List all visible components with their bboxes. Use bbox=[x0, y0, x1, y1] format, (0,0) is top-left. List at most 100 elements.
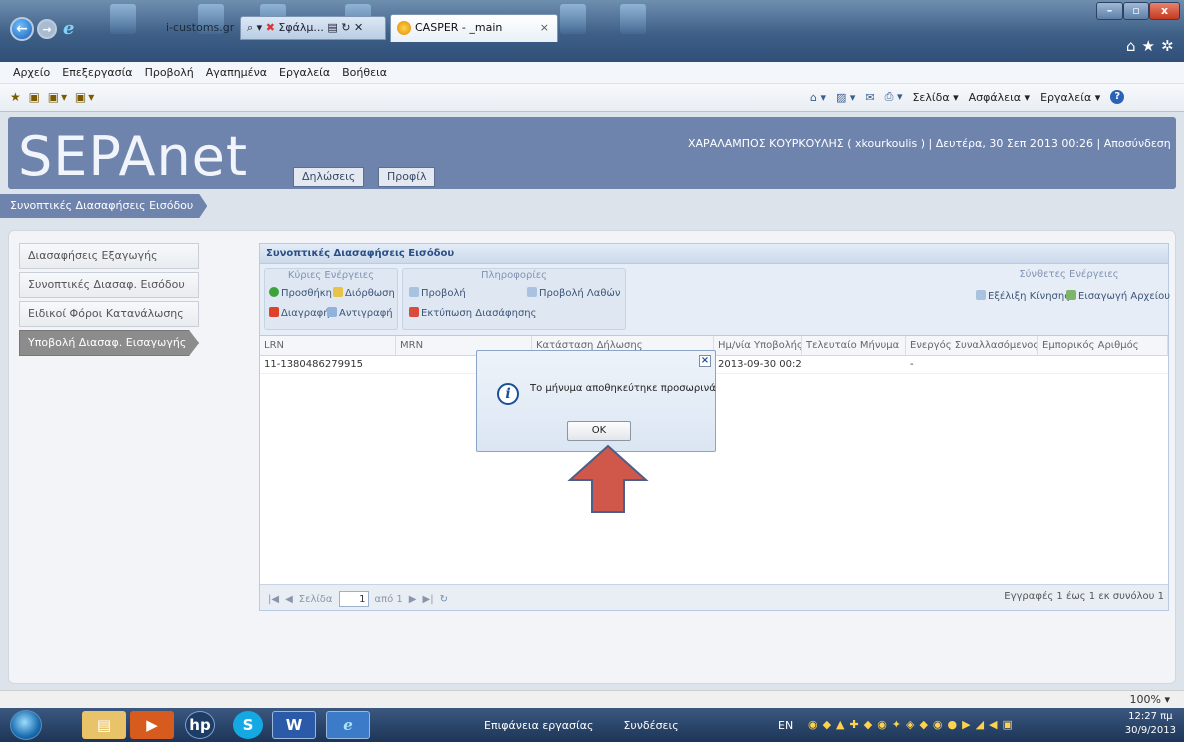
user-info[interactable]: ΧΑΡΑΛΑΜΠΟΣ ΚΟΥΡΚΟΥΛΗΣ ( xkourkoulis ) | … bbox=[688, 137, 1171, 150]
explorer-icon[interactable]: ▤ bbox=[82, 711, 126, 739]
tab-declarations[interactable]: Δηλώσεις bbox=[293, 167, 365, 187]
safety-menu[interactable]: Ασφάλεια ▾ bbox=[969, 91, 1030, 104]
delete-button-label: Διαγραφή bbox=[281, 308, 330, 319]
refresh-icon[interactable]: ↻ bbox=[440, 594, 448, 605]
tab-error-page[interactable]: ⌕ ▾ ✖ Σφάλμ... ▤ ↻ ✕ bbox=[240, 16, 386, 40]
copy-button[interactable]: Αντιγραφή bbox=[327, 307, 393, 319]
import-file-label: Εισαγωγή Αρχείου bbox=[1078, 291, 1171, 302]
minimize-button[interactable]: – bbox=[1096, 2, 1123, 20]
maximize-button[interactable]: ▫ bbox=[1123, 2, 1149, 20]
column-submission-date[interactable]: Ημ/νία Υποβολής bbox=[714, 336, 802, 355]
column-lrn[interactable]: LRN bbox=[260, 336, 396, 355]
zoom-level[interactable]: 100% ▾ bbox=[1130, 693, 1170, 706]
tab-tools-icon[interactable]: ▤ ↻ ✕ bbox=[324, 21, 363, 34]
view-errors-button[interactable]: Προβολή Λαθών bbox=[527, 287, 620, 299]
column-active-trader[interactable]: Ενεργός Συναλλασόμενος bbox=[906, 336, 1038, 355]
pencil-icon bbox=[333, 287, 343, 297]
tab-casper-main[interactable]: CASPER - _main × bbox=[390, 14, 558, 42]
clock[interactable]: 12:27 πμ 30/9/2013 bbox=[1125, 710, 1176, 738]
sidebar-item-entry-summary[interactable]: Συνοπτικές Διασαφ. Εισόδου bbox=[19, 272, 199, 298]
movement-progress-button[interactable]: Εξέλιξη Κίνησης bbox=[976, 290, 1070, 302]
background-decoration bbox=[110, 4, 136, 34]
add-button[interactable]: Προσθήκη bbox=[269, 287, 332, 299]
delete-icon bbox=[269, 307, 279, 317]
command-bar: ★ ▣ ▣▾ ▣▾ ⌂ ▾ ▨ ▾ ✉ ⎙ ▾ Σελίδα ▾ Ασφάλει… bbox=[0, 84, 1184, 112]
ie-logo-icon: e bbox=[63, 18, 75, 39]
language-indicator[interactable]: EN bbox=[778, 719, 793, 732]
next-page-icon[interactable]: ▶ bbox=[409, 594, 417, 605]
menu-view[interactable]: Προβολή bbox=[142, 66, 197, 79]
skype-icon[interactable]: S bbox=[233, 711, 263, 739]
action-ribbon: Κύριες Ενέργειες Προσθήκη Διόρθωση Διαγρ… bbox=[260, 264, 1170, 336]
print-icon[interactable]: ⎙ ▾ bbox=[885, 90, 903, 104]
address-bar[interactable]: i-customs.gr bbox=[160, 16, 238, 40]
menu-edit[interactable]: Επεξεργασία bbox=[59, 66, 135, 79]
help-icon[interactable]: ? bbox=[1110, 90, 1125, 104]
forward-button[interactable]: → bbox=[37, 19, 57, 39]
media-player-icon[interactable]: ▶ bbox=[130, 711, 174, 739]
print-declaration-button[interactable]: Εκτύπωση Διασάφησης bbox=[409, 307, 537, 319]
windows-taskbar: ▤ ▶ hp S W e Επιφάνεια εργασίας Συνδέσει… bbox=[0, 708, 1184, 742]
error-icon: ✖ bbox=[265, 21, 279, 34]
tab-close-button[interactable]: × bbox=[540, 15, 549, 41]
records-count: Εγγραφές 1 έως 1 εκ συνόλου 1 bbox=[1004, 591, 1164, 602]
cell-last-message bbox=[802, 356, 906, 373]
delete-button[interactable]: Διαγραφή bbox=[269, 307, 330, 319]
favorites-toolbar-icons[interactable]: ★ ▣ ▣▾ ▣▾ bbox=[10, 90, 96, 104]
page-number-input[interactable] bbox=[338, 591, 369, 607]
home-favorites-settings-icons[interactable]: ⌂★✲ bbox=[1126, 37, 1180, 55]
edit-button[interactable]: Διόρθωση bbox=[333, 287, 395, 299]
info-icon: i bbox=[497, 383, 519, 405]
main-actions-group: Κύριες Ενέργειες Προσθήκη Διόρθωση Διαγρ… bbox=[264, 268, 398, 330]
import-icon bbox=[1066, 290, 1076, 300]
import-file-button[interactable]: Εισαγωγή Αρχείου bbox=[1066, 290, 1170, 302]
menu-tools[interactable]: Εργαλεία bbox=[276, 66, 333, 79]
ok-button[interactable]: OK bbox=[567, 421, 631, 441]
sidebar-item-excise-taxes[interactable]: Ειδικοί Φόροι Κατανάλωσης bbox=[19, 301, 199, 327]
search-icon[interactable]: ⌕ ▾ bbox=[247, 21, 266, 34]
hp-icon[interactable]: hp bbox=[185, 711, 215, 739]
menu-favorites[interactable]: Αγαπημένα bbox=[203, 66, 270, 79]
view-button[interactable]: Προβολή bbox=[409, 287, 466, 299]
page-of-label: από 1 bbox=[374, 593, 403, 605]
add-button-label: Προσθήκη bbox=[281, 288, 333, 299]
menu-file[interactable]: Αρχείο bbox=[10, 66, 53, 79]
view-errors-button-label: Προβολή Λαθών bbox=[539, 288, 621, 299]
tab-error-label: Σφάλμ... bbox=[278, 21, 324, 34]
menu-help[interactable]: Βοήθεια bbox=[339, 66, 390, 79]
column-last-message[interactable]: Τελευταίο Μήνυμα bbox=[802, 336, 906, 355]
site-header: SEPAnet Δηλώσεις Προφίλ ΧΑΡΑΛΑΜΠΟΣ ΚΟΥΡΚ… bbox=[8, 117, 1176, 189]
tab-profile[interactable]: Προφίλ bbox=[378, 167, 436, 187]
dialog-close-button[interactable]: × bbox=[699, 355, 711, 367]
column-commercial-number[interactable]: Εμπορικός Αριθμός bbox=[1038, 336, 1168, 355]
page-menu[interactable]: Σελίδα ▾ bbox=[912, 91, 958, 104]
document-icon bbox=[409, 287, 419, 297]
dialog-message: Το μήνυμα αποθηκεύτηκε προσωρινά bbox=[530, 383, 716, 394]
first-page-icon[interactable]: |◀ bbox=[268, 594, 279, 605]
connections-toolbar[interactable]: Συνδέσεις bbox=[623, 719, 678, 732]
back-button[interactable]: ← bbox=[10, 17, 34, 41]
cell-commercial-number bbox=[1038, 356, 1168, 373]
movement-progress-label: Εξέλιξη Κίνησης bbox=[988, 291, 1071, 302]
mail-icon[interactable]: ✉ bbox=[865, 91, 874, 104]
start-button[interactable] bbox=[10, 710, 42, 740]
home-icon[interactable]: ⌂ ▾ bbox=[810, 91, 826, 104]
pager-controls: |◀ ◀ Σελίδα από 1 ▶ ▶| ↻ bbox=[268, 591, 448, 607]
prev-page-icon[interactable]: ◀ bbox=[285, 594, 293, 605]
sidebar-item-export-declarations[interactable]: Διασαφήσεις Εξαγωγής bbox=[19, 243, 199, 269]
word-icon[interactable]: W bbox=[272, 711, 316, 739]
clock-date: 30/9/2013 bbox=[1124, 725, 1176, 736]
group-title: Σύνθετες Ενέργειες bbox=[1019, 269, 1119, 280]
system-tray-icons[interactable]: ◉◆▲✚◆◉✦◈◆◉●▶◢◀▣ bbox=[808, 718, 1018, 731]
sidebar-item-import-submission[interactable]: Υποβολή Διασαφ. Εισαγωγής bbox=[19, 330, 199, 356]
window-close-button[interactable]: x bbox=[1149, 2, 1180, 20]
internet-explorer-icon[interactable]: e bbox=[326, 711, 370, 739]
breadcrumb[interactable]: Συνοπτικές Διασαφήσεις Εισόδου bbox=[0, 194, 207, 218]
desktop-toolbar[interactable]: Επιφάνεια εργασίας bbox=[484, 719, 593, 732]
tools-menu[interactable]: Εργαλεία ▾ bbox=[1040, 91, 1100, 104]
group-title: Πληροφορίες bbox=[481, 270, 547, 281]
last-page-icon[interactable]: ▶| bbox=[423, 594, 434, 605]
cell-active-trader: - bbox=[910, 359, 914, 370]
view-button-label: Προβολή bbox=[421, 288, 466, 299]
feeds-icon[interactable]: ▨ ▾ bbox=[836, 91, 855, 104]
